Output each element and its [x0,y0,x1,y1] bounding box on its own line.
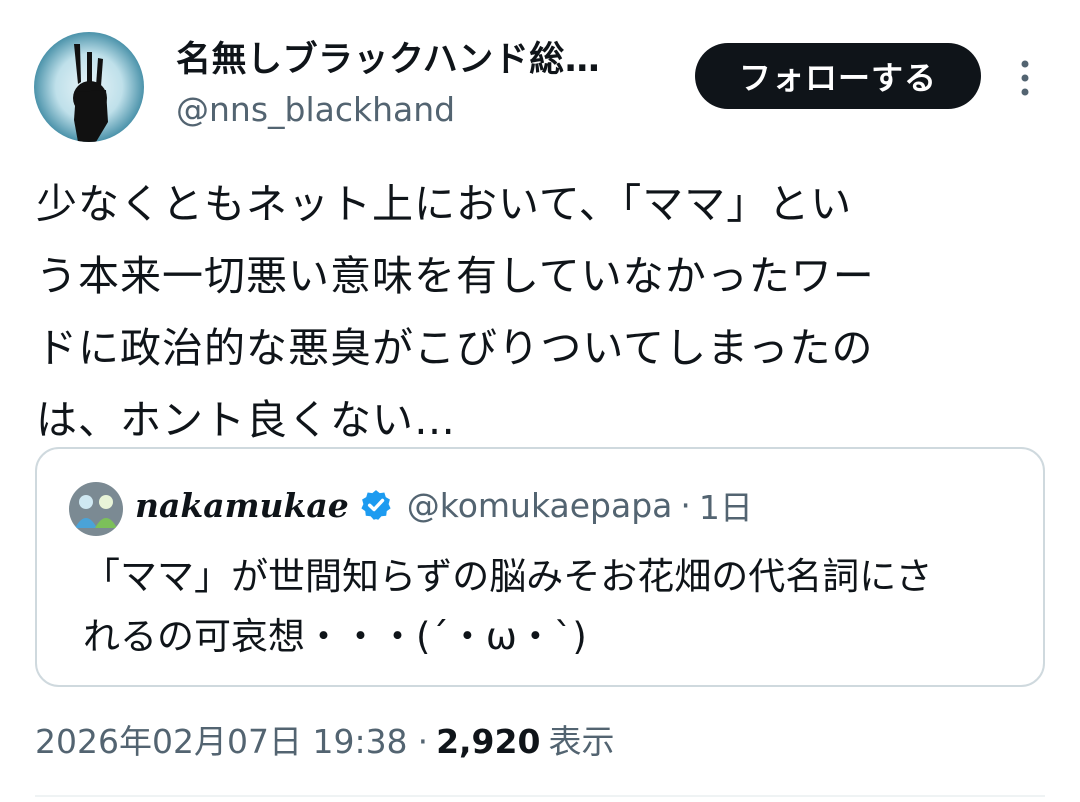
more-vertical-icon[interactable] [1013,56,1037,100]
tweet-timestamp[interactable]: 2026年02月07日 19:38 [35,715,408,763]
quote-text: 「ママ」が世間知らずの脳みそお花畑の代名詞にさ れるの可哀想・・・(´・ω・`) [83,555,933,658]
views-count: 2,920 [436,722,541,761]
quote-meta: nakamukae @komukaepapa · 1日 [135,481,753,529]
quote-time[interactable]: 1日 [699,481,753,529]
quote-tweet-card[interactable]: nakamukae @komukaepapa · 1日 「ママ」が世間知らずの脳… [35,447,1045,687]
author-handle[interactable]: @nns_blackhand [176,88,600,132]
follow-button[interactable]: フォローする [695,43,981,109]
quote-handle[interactable]: @komukaepapa [407,486,673,525]
verified-badge-icon[interactable] [359,488,393,522]
tweet-header: 名無しブラックハンド総… @nns_blackhand フォローする [0,0,1080,150]
divider [35,795,1045,797]
views-label: 表示 [548,722,615,761]
author-avatar[interactable] [34,32,144,142]
meta-separator: · [680,485,691,525]
ok-hand-gesture-icon [34,32,144,142]
tweet-text: 少なくともネット上において、「ママ」とい う本来一切悪い意味を有していなかったワ… [36,180,875,444]
tweet-meta: 2026年02月07日 19:38 · 2,920 表示 [35,715,614,763]
people-avatar-icon [69,482,123,536]
meta-separator: · [417,722,429,761]
author-display-name[interactable]: 名無しブラックハンド総… [176,38,600,82]
author-names: 名無しブラックハンド総… @nns_blackhand [176,38,600,132]
quote-author-avatar[interactable] [69,482,123,536]
quote-display-name[interactable]: nakamukae [135,486,349,525]
